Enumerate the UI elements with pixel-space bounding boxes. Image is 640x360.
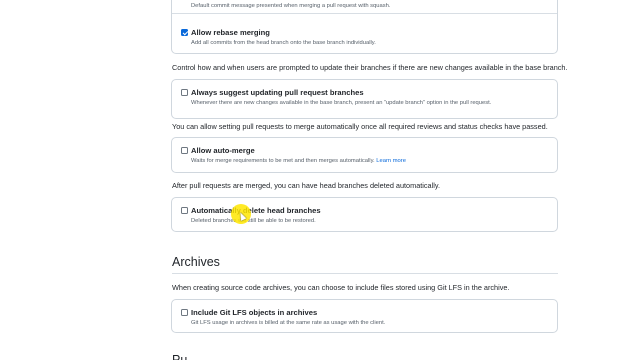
update-branch-option-title[interactable]: Always suggest updating pull request bra…: [191, 88, 364, 98]
update-branch-checkbox[interactable]: [181, 89, 188, 96]
squash-divider: [172, 13, 557, 14]
update-branch-intro: Control how and when users are prompted …: [172, 63, 568, 72]
auto-merge-checkbox[interactable]: [181, 147, 188, 154]
delete-branch-option-description: Deleted branches will still be able to b…: [191, 218, 316, 224]
delete-branch-intro: After pull requests are merged, you can …: [172, 181, 440, 190]
delete-branch-box: Automatically delete head branches Delet…: [171, 197, 558, 232]
update-branch-box: Always suggest updating pull request bra…: [171, 79, 558, 119]
auto-merge-option-description: Waits for merge requirements to be met a…: [191, 157, 406, 165]
learn-more-link[interactable]: Learn more: [376, 158, 406, 164]
lfs-option-description: Git LFS usage in archives is billed at t…: [191, 320, 386, 326]
archives-heading: Archives: [172, 255, 220, 269]
auto-merge-option-title[interactable]: Allow auto-merge: [191, 146, 255, 156]
squash-option-description: Default commit message presented when me…: [191, 3, 391, 9]
lfs-checkbox[interactable]: [181, 309, 188, 316]
auto-merge-box: Allow auto-merge Waits for merge require…: [171, 137, 558, 173]
auto-merge-description-text: Waits for merge requirements to be met a…: [191, 158, 375, 164]
auto-merge-intro: You can allow setting pull requests to m…: [172, 122, 548, 131]
next-section-heading: Pu: [172, 353, 188, 360]
lfs-box: Include Git LFS objects in archives Git …: [171, 299, 558, 333]
archives-intro: When creating source code archives, you …: [172, 283, 510, 292]
rebase-checkbox[interactable]: [181, 29, 188, 36]
rebase-option-title[interactable]: Allow rebase merging: [191, 28, 270, 38]
squash-option-box: Default commit message presented when me…: [171, 0, 558, 54]
lfs-option-title[interactable]: Include Git LFS objects in archives: [191, 308, 317, 318]
delete-branch-checkbox[interactable]: [181, 207, 188, 214]
archives-heading-divider: [172, 273, 558, 274]
delete-branch-option-title[interactable]: Automatically delete head branches: [191, 206, 321, 216]
update-branch-option-description: Whenever there are new changes available…: [191, 100, 492, 106]
rebase-option-description: Add all commits from the head branch ont…: [191, 40, 376, 46]
